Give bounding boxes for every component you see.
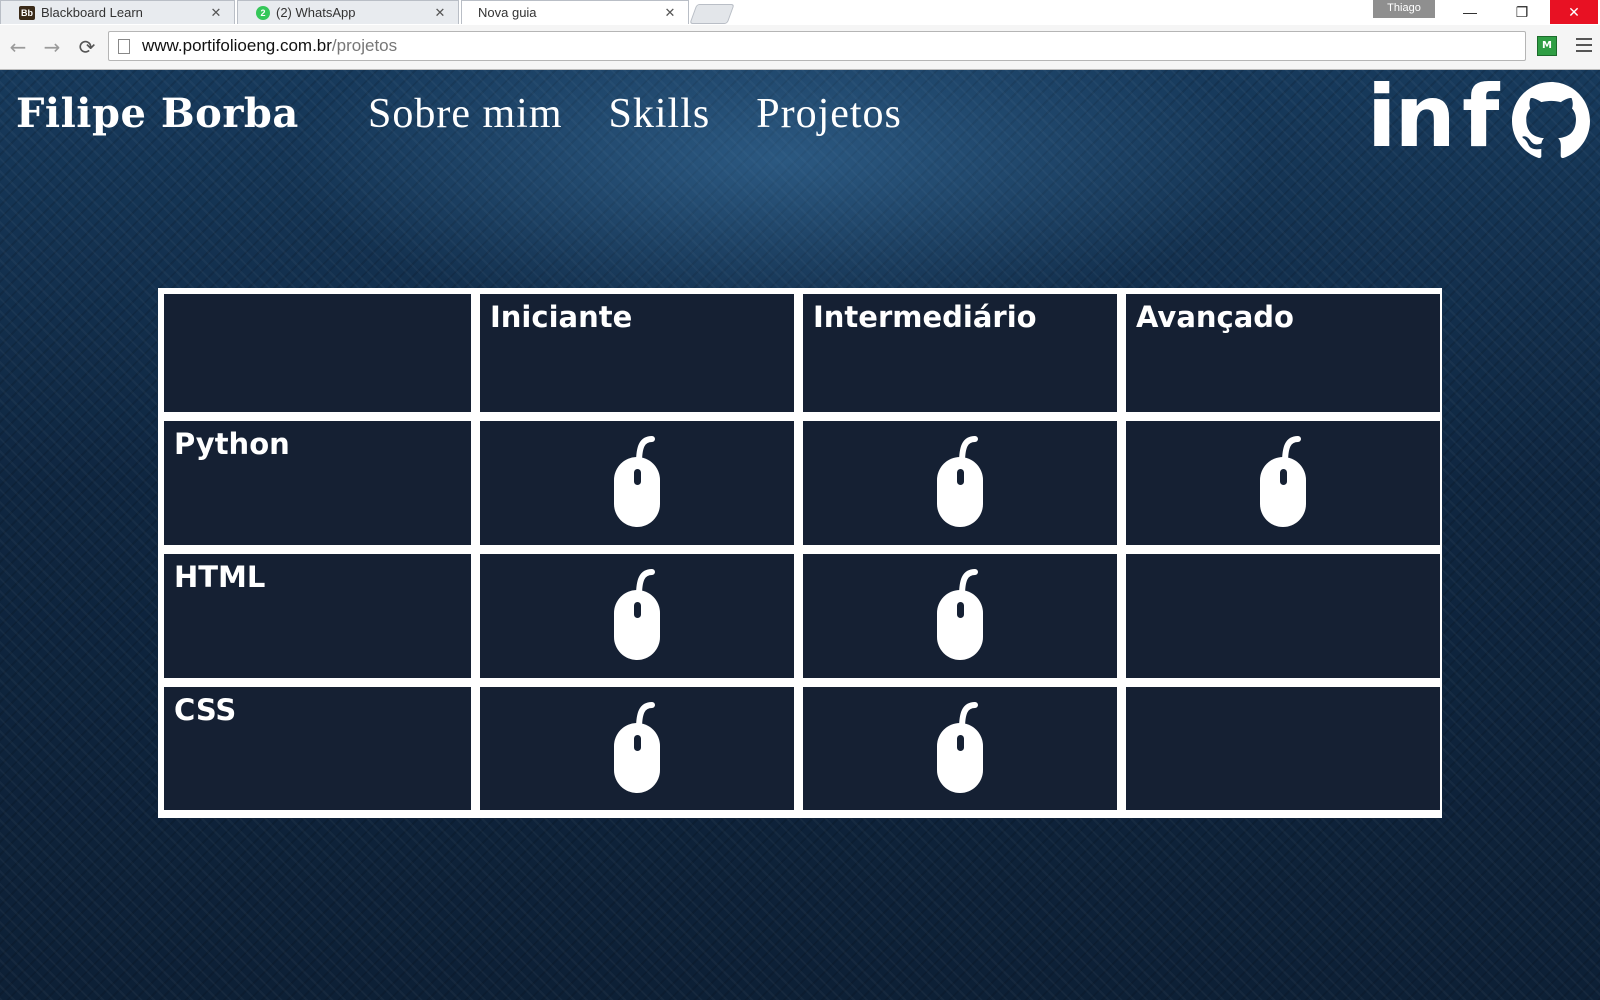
minimize-button[interactable]: — bbox=[1446, 0, 1494, 24]
address-bar[interactable]: www.portifolioeng.com.br /projetos bbox=[108, 31, 1526, 61]
skill-level-cell bbox=[480, 421, 794, 545]
blackboard-favicon-icon: Bb bbox=[19, 5, 35, 20]
skill-level-cell bbox=[1126, 554, 1440, 678]
github-icon bbox=[1512, 82, 1590, 159]
mouse-icon bbox=[937, 436, 983, 527]
row-label-css: CSS bbox=[164, 687, 471, 810]
tab-title: Blackboard Learn bbox=[41, 5, 143, 20]
row-label-python: Python bbox=[164, 421, 471, 545]
whatsapp-favicon-icon: 2 bbox=[256, 5, 270, 20]
github-icon[interactable] bbox=[1512, 82, 1590, 160]
close-tab-icon[interactable]: ✕ bbox=[662, 5, 678, 21]
nav-skills[interactable]: Skills bbox=[609, 90, 711, 138]
skill-level-cell bbox=[1126, 687, 1440, 810]
table-corner-cell bbox=[164, 294, 471, 412]
linkedin-icon[interactable]: in bbox=[1367, 74, 1456, 160]
url-host: www.portifolioeng.com.br bbox=[142, 36, 332, 55]
maximize-button[interactable]: ❐ bbox=[1498, 0, 1546, 24]
column-header-0: Iniciante bbox=[480, 294, 794, 412]
skill-level-cell bbox=[803, 554, 1117, 678]
mouse-icon bbox=[937, 702, 983, 793]
tab-nova-guia[interactable]: Nova guia ✕ bbox=[461, 0, 689, 24]
nav-sobre-mim[interactable]: Sobre mim bbox=[368, 90, 563, 138]
skill-level-cell bbox=[480, 687, 794, 810]
mouse-icon bbox=[937, 569, 983, 660]
skill-level-cell bbox=[803, 687, 1117, 810]
url-path: /projetos bbox=[331, 36, 398, 55]
skill-level-cell bbox=[480, 554, 794, 678]
skill-level-cell bbox=[803, 421, 1117, 545]
nav-projetos[interactable]: Projetos bbox=[756, 90, 902, 138]
page-content: Filipe Borba Sobre mim Skills Projetos i… bbox=[0, 70, 1600, 1000]
back-arrow-icon[interactable]: ← bbox=[6, 35, 30, 59]
mouse-icon bbox=[1260, 436, 1306, 527]
new-tab-button[interactable] bbox=[689, 4, 735, 24]
page-icon bbox=[118, 38, 130, 54]
row-label-html: HTML bbox=[164, 554, 471, 678]
site-nav: Sobre mim Skills Projetos bbox=[368, 90, 948, 138]
close-tab-icon[interactable]: ✕ bbox=[208, 5, 224, 21]
mouse-icon bbox=[614, 436, 660, 527]
skills-table: Iniciante Intermediário Avançado Python HTML… bbox=[158, 288, 1442, 818]
mouse-icon bbox=[614, 702, 660, 793]
facebook-icon[interactable]: f bbox=[1462, 74, 1499, 160]
site-brand[interactable]: Filipe Borba bbox=[16, 90, 299, 137]
browser-toolbar: ← → ⟳ www.portifolioeng.com.br /projetos… bbox=[0, 25, 1600, 70]
reload-icon[interactable]: ⟳ bbox=[75, 35, 99, 59]
skill-level-cell bbox=[1126, 421, 1440, 545]
close-tab-icon[interactable]: ✕ bbox=[432, 5, 448, 21]
tab-title: (2) WhatsApp bbox=[276, 5, 356, 20]
column-header-2: Avançado bbox=[1126, 294, 1440, 412]
forward-arrow-icon[interactable]: → bbox=[40, 35, 64, 59]
mouse-icon bbox=[614, 569, 660, 660]
menu-icon[interactable] bbox=[1576, 38, 1592, 54]
extension-icon[interactable]: M bbox=[1537, 36, 1557, 56]
browser-tabstrip: Bb Blackboard Learn ✕ 2 (2) WhatsApp ✕ N… bbox=[0, 0, 1600, 26]
profile-badge[interactable]: Thiago bbox=[1373, 0, 1435, 18]
tab-title: Nova guia bbox=[478, 5, 537, 20]
column-header-1: Intermediário bbox=[803, 294, 1117, 412]
close-window-button[interactable]: ✕ bbox=[1550, 0, 1598, 24]
tab-blackboard[interactable]: Bb Blackboard Learn ✕ bbox=[0, 0, 235, 24]
tab-whatsapp[interactable]: 2 (2) WhatsApp ✕ bbox=[237, 0, 459, 24]
